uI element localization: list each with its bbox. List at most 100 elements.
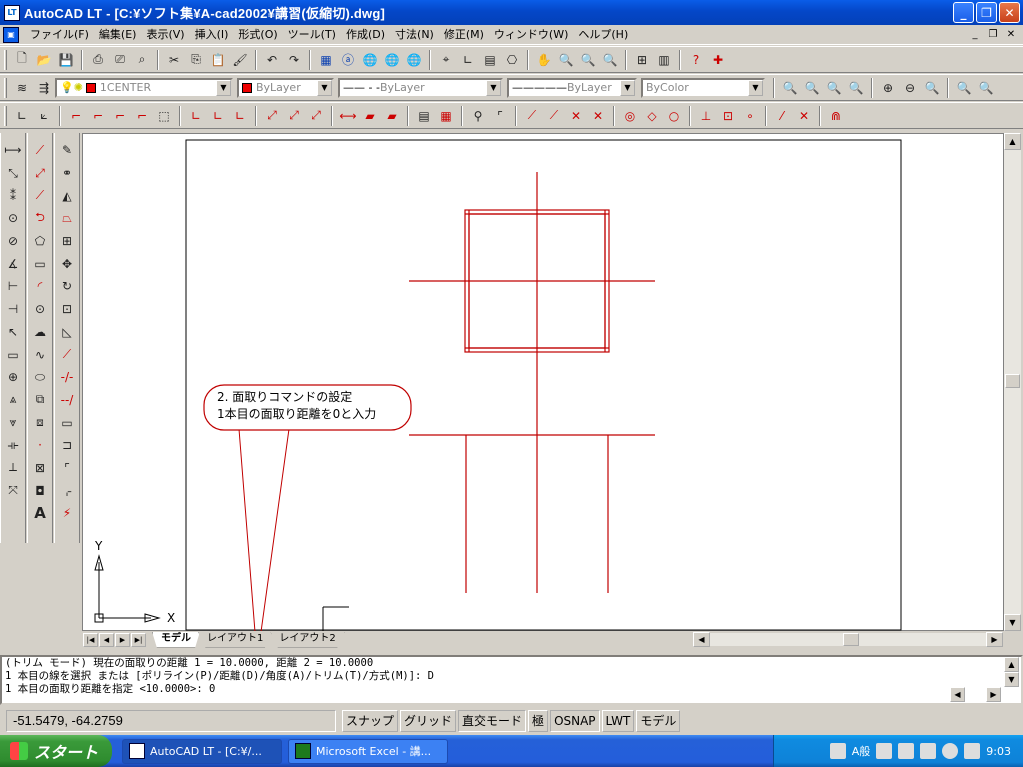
command-scroll-right[interactable]: ▶ <box>986 687 1001 702</box>
menu-file[interactable]: ファイル(F) <box>25 26 94 44</box>
drawing-canvas[interactable]: Y X 2. 面取りコマンドの設定 1本目の面取り距離を0と入力 <box>83 134 1005 632</box>
dim-edit-tool-icon[interactable]: ⩓ <box>2 389 24 412</box>
tab-model[interactable]: モデル <box>152 631 200 648</box>
web-browser-icon[interactable]: ⓐ <box>337 49 359 71</box>
hyperlink-icon[interactable]: 🌐 <box>359 49 381 71</box>
print-icon[interactable]: ⎙ <box>87 49 109 71</box>
tab-layout2[interactable]: レイアウト2 <box>270 631 345 648</box>
construction-line-tool-icon[interactable]: ⤢ <box>29 162 51 185</box>
ortho-toggle[interactable]: 直交モード <box>458 709 527 732</box>
ucs-y-icon[interactable]: ∟ <box>207 105 229 127</box>
today-icon[interactable]: 🌐 <box>381 49 403 71</box>
doc-close-button[interactable]: ✕ <box>1003 27 1019 41</box>
help-icon[interactable]: ? <box>685 49 707 71</box>
lwt-toggle[interactable]: LWT <box>601 709 635 732</box>
leader-tool-icon[interactable]: ↖ <box>2 321 24 344</box>
osnap-node-icon[interactable]: ∘ <box>739 105 761 127</box>
tab-prev-button[interactable]: ◀ <box>99 632 114 647</box>
ucs-z-axis-icon[interactable]: ⌐ <box>87 105 109 127</box>
aerial-view-icon[interactable]: ⊞ <box>631 49 653 71</box>
tray-expand-icon[interactable] <box>942 743 959 759</box>
command-window[interactable]: (トリム モード) 現在の面取りの距離 1 = 10.0000, 距離 2 = … <box>0 655 1023 705</box>
doc-minimize-button[interactable]: _ <box>967 27 983 41</box>
scroll-down-button[interactable]: ▼ <box>1004 614 1021 631</box>
osnap-none-icon[interactable]: ✕ <box>793 105 815 127</box>
fillet-tool-icon[interactable]: ⌌ <box>56 479 78 502</box>
osnap-midpoint-icon[interactable]: ⟋ <box>543 105 565 127</box>
insert-block-tool-icon[interactable]: ⧉ <box>29 389 51 412</box>
menu-insert[interactable]: 挿入(I) <box>190 26 234 44</box>
lineweight-combo[interactable]: ————— ByLayer ▼ <box>507 77 637 98</box>
make-block-tool-icon[interactable]: ⧈ <box>29 411 51 434</box>
start-button[interactable]: スタート <box>0 735 112 767</box>
polar-toggle[interactable]: 極 <box>528 709 549 732</box>
coordinate-display[interactable]: -51.5479, -64.2759 <box>6 709 336 732</box>
osnap-center-icon[interactable]: ◎ <box>619 105 641 127</box>
dim-diameter-tool-icon[interactable]: ⊘ <box>2 230 24 253</box>
ime-tool-icon[interactable] <box>876 743 893 759</box>
menu-window[interactable]: ウィンドウ(W) <box>489 26 573 44</box>
command-scroll-up[interactable]: ▲ <box>1004 657 1019 672</box>
zoom-out-icon[interactable]: ⊖ <box>899 77 921 99</box>
spell-check-icon[interactable]: ⌕ <box>131 49 153 71</box>
ucs-x-icon[interactable]: ∟ <box>185 105 207 127</box>
rotate-tool-icon[interactable]: ↻ <box>56 275 78 298</box>
help-tray-icon[interactable] <box>920 743 937 759</box>
linetype-dropdown-arrow[interactable]: ▼ <box>486 79 501 96</box>
horizontal-scrollbar[interactable]: ◀ ▶ <box>692 632 1004 647</box>
osnap-toggle[interactable]: OSNAP <box>550 709 600 732</box>
break-tool-icon[interactable]: ⊐ <box>56 434 78 457</box>
zoom-window-icon-2[interactable]: 🔍 <box>779 77 801 99</box>
keyboard-icon[interactable] <box>829 743 846 759</box>
zoom-extents-icon[interactable]: 🔍 <box>953 77 975 99</box>
snap-from-icon[interactable]: ⌖ <box>435 49 457 71</box>
text-tool-icon[interactable]: A <box>29 502 51 525</box>
design-center-icon[interactable]: ▦ <box>315 49 337 71</box>
color-combo[interactable]: ByLayer ▼ <box>237 77 334 98</box>
chamfer-tool-icon[interactable]: ⌜ <box>56 457 78 480</box>
erase-tool-icon[interactable]: ✎ <box>56 139 78 162</box>
autocad-app-icon[interactable]: LT <box>4 4 20 21</box>
ucs-face-icon[interactable]: ⬚ <box>153 105 175 127</box>
menu-help[interactable]: ヘルプ(H) <box>573 26 633 44</box>
layer-dropdown-arrow[interactable]: ▼ <box>216 79 231 96</box>
ucs-icon[interactable]: ∟ <box>457 49 479 71</box>
plotstyle-dropdown-arrow[interactable]: ▼ <box>748 79 763 96</box>
zoom-center-icon[interactable]: 🔍 <box>845 77 867 99</box>
point-tool-icon[interactable]: · <box>29 434 51 457</box>
maximize-button[interactable]: ❐ <box>976 2 997 23</box>
ellipse-tool-icon[interactable]: ⬭ <box>29 366 51 389</box>
vertical-scrollbar[interactable]: ▲ ▼ <box>1004 133 1021 631</box>
named-views-icon[interactable]: ⎔ <box>501 49 523 71</box>
osnap-nearest-icon[interactable]: ⁄ <box>771 105 793 127</box>
osnap-from-icon[interactable]: ⌜ <box>489 105 511 127</box>
region-tool-icon[interactable]: ◘ <box>29 479 51 502</box>
snap-toggle[interactable]: スナップ <box>342 709 399 732</box>
make-current-layer-icon[interactable]: ⇶ <box>33 77 55 99</box>
offset-tool-icon[interactable]: ⏢ <box>56 207 78 230</box>
polyline-arc-tool-icon[interactable]: ⮌ <box>29 207 51 230</box>
line-tool-icon[interactable]: ⟋ <box>29 139 51 162</box>
osnap-intersection-icon[interactable]: ✕ <box>565 105 587 127</box>
center-mark-tool-icon[interactable]: ⊕ <box>2 366 24 389</box>
polygon-tool-icon[interactable]: ⬠ <box>29 230 51 253</box>
copy-icon[interactable]: ⎘ <box>185 49 207 71</box>
horizontal-scroll-thumb[interactable] <box>843 633 859 646</box>
undo-icon[interactable]: ↶ <box>261 49 283 71</box>
document-icon[interactable]: ▣ <box>3 26 19 43</box>
arc-tool-icon[interactable]: ◜ <box>29 275 51 298</box>
dim-continue-tool-icon[interactable]: ⊣ <box>2 298 24 321</box>
pan-realtime-icon[interactable]: ✋ <box>533 49 555 71</box>
ucs-previous-icon[interactable]: ⟀ <box>33 105 55 127</box>
new-file-icon[interactable]: 🗋 <box>11 49 33 71</box>
dim-linear-tool-icon[interactable]: ⟼ <box>2 139 24 162</box>
menu-edit[interactable]: 編集(E) <box>94 26 142 44</box>
dim-aligned-icon[interactable]: ▰ <box>359 105 381 127</box>
lineweight-dropdown-arrow[interactable]: ▼ <box>620 79 635 96</box>
tab-last-button[interactable]: ▶| <box>131 632 146 647</box>
paste-icon[interactable]: 📋 <box>207 49 229 71</box>
scroll-right-button[interactable]: ▶ <box>986 632 1003 647</box>
command-input-line[interactable]: 1 本目の面取り距離を指定 <10.0000>: 0 <box>2 683 1021 696</box>
task-autocad[interactable]: AutoCAD LT - [C:¥/... <box>122 738 282 764</box>
dim-angular-tool-icon[interactable]: ∡ <box>2 252 24 275</box>
